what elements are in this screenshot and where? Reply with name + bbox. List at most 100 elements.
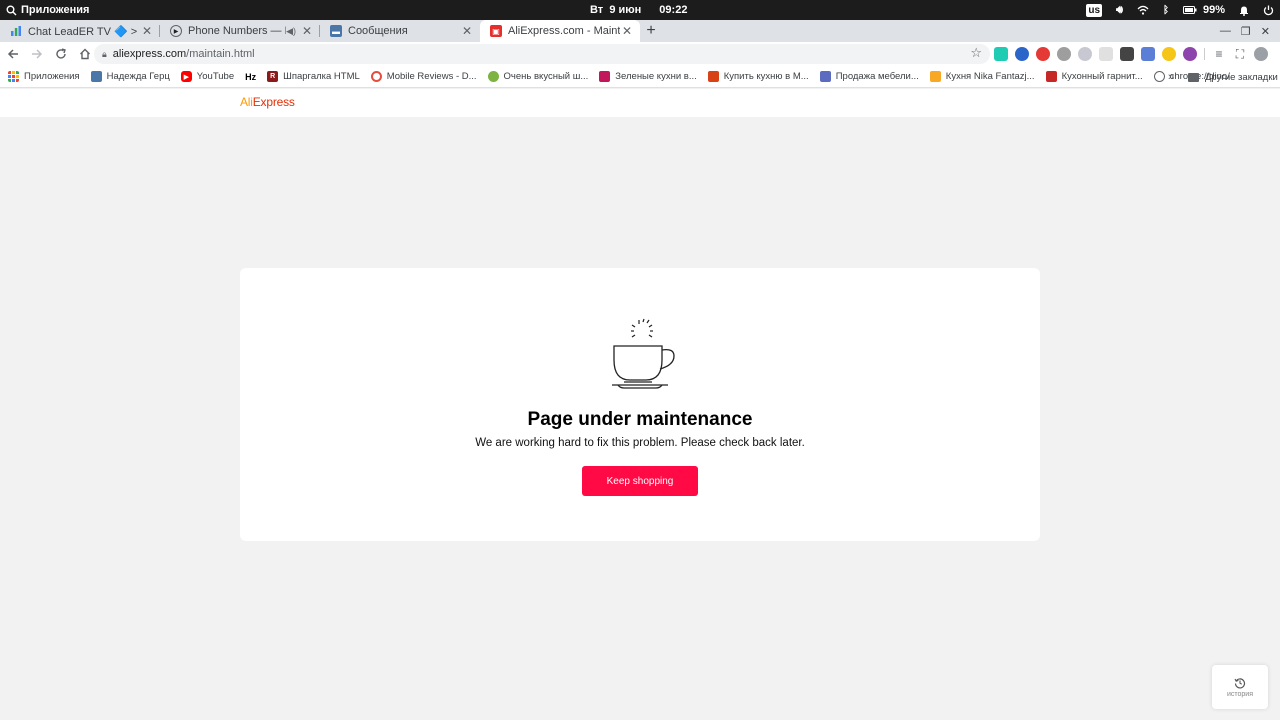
tab-close-icon[interactable]: ✕	[140, 24, 154, 38]
adblock-extension-icon[interactable]	[1036, 47, 1050, 61]
battery-level: 99%	[1202, 4, 1225, 16]
bookmark-label: Шпаргалка HTML	[283, 71, 360, 82]
power-icon[interactable]	[1263, 5, 1274, 16]
tab-title: Сообщения	[348, 25, 408, 37]
extension-icon[interactable]	[1078, 47, 1092, 61]
bookmark-buy-kitchen[interactable]: Купить кухню в М...	[707, 71, 809, 82]
bookmark-hz[interactable]: Hz	[245, 72, 256, 82]
bookmark-label: Hz	[245, 71, 257, 82]
os-date: 9 июн	[609, 4, 642, 16]
other-bookmarks-label: Другие закладки	[1205, 71, 1278, 83]
history-label: история	[1226, 690, 1254, 698]
tab-close-icon[interactable]: ✕	[300, 24, 314, 38]
page-title: Page under maintenance	[527, 409, 753, 430]
home-icon	[80, 48, 90, 60]
grammarly-extension-icon[interactable]	[994, 47, 1008, 61]
new-tab-button[interactable]: +	[640, 20, 662, 42]
tab-audio-icon[interactable]: ◀)	[286, 26, 296, 37]
reload-button[interactable]	[50, 43, 72, 65]
bookmark-kitchen-nika[interactable]: Кухня Nika Fantazj...	[929, 71, 1035, 82]
history-widget[interactable]: история	[1212, 665, 1268, 709]
bookmark-vk[interactable]: Надежда Герц	[90, 71, 170, 82]
close-window-icon[interactable]: ✕	[1261, 25, 1270, 38]
battery-icon[interactable]	[1182, 6, 1197, 14]
kitchen-site-icon	[1045, 71, 1057, 82]
coffee-cup-icon	[612, 318, 675, 389]
os-apps-menu[interactable]: Приложения	[0, 4, 89, 16]
tab-chat-leader[interactable]: Chat LeadER TV 🔷 > Users | C ✕	[0, 20, 160, 42]
address-bar[interactable]: 🔒︎ aliexpress.com/maintain.html ☆	[94, 44, 990, 64]
tab-title: Phone Numbers — Domini	[188, 25, 286, 37]
bell-icon[interactable]	[1239, 5, 1249, 16]
aliexpress-favicon-icon: ▣	[490, 25, 502, 37]
logo-part-express: Express	[252, 95, 295, 109]
tab-close-icon[interactable]: ✕	[460, 24, 474, 38]
aliexpress-logo[interactable]: AliExpress	[240, 95, 295, 109]
tab-close-icon[interactable]: ✕	[620, 24, 634, 38]
bookmark-youtube[interactable]: ▶ YouTube	[180, 71, 234, 82]
bar-chart-favicon-icon	[11, 26, 21, 36]
extension-icon[interactable]	[1120, 47, 1134, 61]
extension-icon[interactable]	[1162, 47, 1176, 61]
bookmark-recipe[interactable]: Очень вкусный ш...	[487, 71, 588, 82]
keep-shopping-button[interactable]: Keep shopping	[582, 466, 698, 496]
extension-icon[interactable]	[1057, 47, 1071, 61]
history-clock-icon	[1234, 677, 1246, 689]
bookmark-label: Приложения	[24, 71, 80, 82]
bookmark-furniture-sale[interactable]: Продажа мебели...	[819, 71, 919, 82]
browser-tab-strip: Chat LeadER TV 🔷 > Users | C ✕ ▶ Phone N…	[0, 20, 1280, 42]
extensions-area: ≡ ⛶ ⋮	[994, 45, 1280, 63]
other-bookmarks-folder[interactable]: Другие закладки	[1188, 66, 1278, 88]
vpn-extension-icon[interactable]	[1015, 47, 1029, 61]
apps-grid-icon	[8, 71, 19, 82]
os-clock[interactable]: Вт 9 июн 09:22	[590, 0, 687, 20]
bookmark-star-icon[interactable]: ☆	[970, 45, 982, 61]
puzzle-extensions-icon[interactable]: ⛶	[1233, 47, 1247, 62]
bookmark-apps[interactable]: Приложения	[8, 71, 80, 82]
extension-icon[interactable]	[1099, 47, 1113, 61]
site-header: AliExpress	[0, 89, 1280, 117]
maintenance-message: We are working hard to fix this problem.…	[475, 437, 805, 449]
color-picker-extension-icon[interactable]	[1183, 47, 1197, 61]
maintenance-card: Page under maintenance We are working ha…	[240, 268, 1040, 541]
youtube-icon: ▶	[180, 71, 192, 82]
forward-button[interactable]	[26, 43, 48, 65]
arrow-right-icon	[32, 49, 43, 59]
message-favicon-icon: ▬	[330, 25, 342, 37]
kitchen-site-icon	[599, 71, 611, 82]
tab-messages[interactable]: ▬ Сообщения ✕	[320, 20, 480, 42]
wifi-icon[interactable]	[1137, 5, 1149, 15]
kitchen-site-icon	[707, 71, 719, 82]
mobile-reviews-icon	[370, 71, 382, 82]
bluetooth-icon[interactable]: ᛒ	[1163, 5, 1169, 16]
more-menu-icon[interactable]: ⋮	[1275, 47, 1280, 61]
tab-title: Chat LeadER TV 🔷 > Users | C	[28, 25, 140, 38]
lock-icon[interactable]: 🔒︎	[102, 49, 107, 60]
reading-list-icon[interactable]: ≡	[1212, 47, 1226, 61]
volume-icon[interactable]: 🔊︎	[1116, 4, 1123, 17]
bookmark-label: Зеленые кухни в...	[615, 71, 697, 82]
tab-aliexpress[interactable]: ▣ AliExpress.com - Maintaining ✕	[480, 20, 640, 42]
camera-extension-icon[interactable]	[1141, 47, 1155, 61]
bookmark-kitchen-set[interactable]: Кухонный гарнит...	[1045, 71, 1143, 82]
bookmark-html-cheatsheet[interactable]: R Шпаргалка HTML	[267, 71, 360, 82]
bookmark-label: Надежда Герц	[106, 71, 170, 82]
home-button[interactable]	[74, 43, 96, 65]
minimize-icon[interactable]: —	[1220, 25, 1231, 37]
url-path: /maintain.html	[186, 48, 255, 60]
os-time: 09:22	[659, 4, 688, 16]
bookmark-mobile-reviews[interactable]: Mobile Reviews - D...	[370, 71, 477, 82]
keyboard-layout-indicator[interactable]: us	[1086, 3, 1103, 17]
reload-icon	[56, 48, 66, 59]
restore-icon[interactable]: ❐	[1241, 25, 1251, 38]
profile-avatar-icon[interactable]	[1254, 47, 1268, 61]
bookmark-green-kitchens[interactable]: Зеленые кухни в...	[599, 71, 697, 82]
tab-phone-numbers[interactable]: ▶ Phone Numbers — Domini ◀) ✕	[160, 20, 320, 42]
os-tray: us 🔊︎ ᛒ 99%	[1086, 0, 1274, 20]
back-button[interactable]	[2, 43, 24, 65]
folder-icon	[1188, 72, 1199, 82]
bookmark-label: Кухня Nika Fantazj...	[945, 71, 1035, 82]
bookmarks-overflow-button[interactable]: »	[1168, 66, 1174, 88]
search-icon	[6, 5, 17, 15]
kitchen-site-icon	[929, 71, 941, 82]
